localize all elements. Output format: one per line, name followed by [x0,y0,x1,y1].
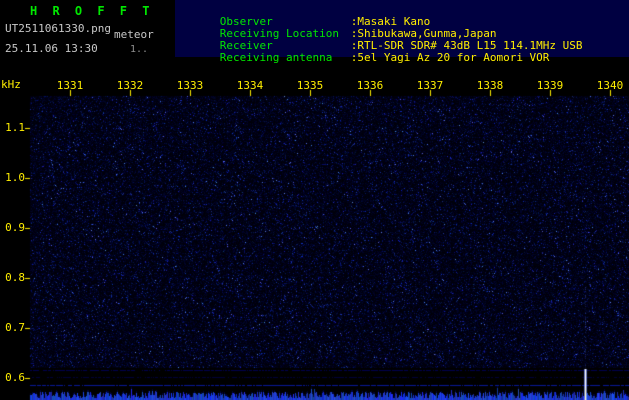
x-tick-label: 1338 [474,80,506,92]
image-counter: 1.. [130,44,148,56]
x-tick-label: 1339 [534,80,566,92]
station-info-panel: Observer:Masaki Kano Receiving Location:… [175,0,629,57]
x-tick-label: 1334 [234,80,266,92]
y-tick-label: 1.0 [3,172,25,184]
y-tick-label: 0.6 [3,372,25,384]
x-tick-label: 1336 [354,80,386,92]
x-tick-label: 1333 [174,80,206,92]
x-tick-label: 1332 [114,80,146,92]
antenna-value: :5el Yagi Az 20 for Aomori VOR [351,51,550,64]
x-tick-label: 1331 [54,80,86,92]
hrofft-screen: H R O F F T UT2511061330.png meteor 25.1… [0,0,629,400]
observation-mode-label: meteor [114,29,154,41]
x-tick-label: 1340 [594,80,626,92]
x-tick-label: 1337 [414,80,446,92]
x-tick-label: 1335 [294,80,326,92]
y-tick-label: 0.9 [3,222,25,234]
y-tick-label: 1.1 [3,122,25,134]
antenna-label: Receiving antenna [220,52,351,64]
app-title: H R O F F T [30,5,153,17]
info-row-antenna: Receiving antenna:5el Yagi Az 20 for Aom… [180,40,549,76]
y-tick-label: 0.7 [3,322,25,334]
output-filename: UT2511061330.png [5,23,111,35]
observation-datetime: 25.11.06 13:30 [5,43,98,55]
y-axis-unit-label: kHz [1,79,21,91]
y-tick-label: 0.8 [3,272,25,284]
